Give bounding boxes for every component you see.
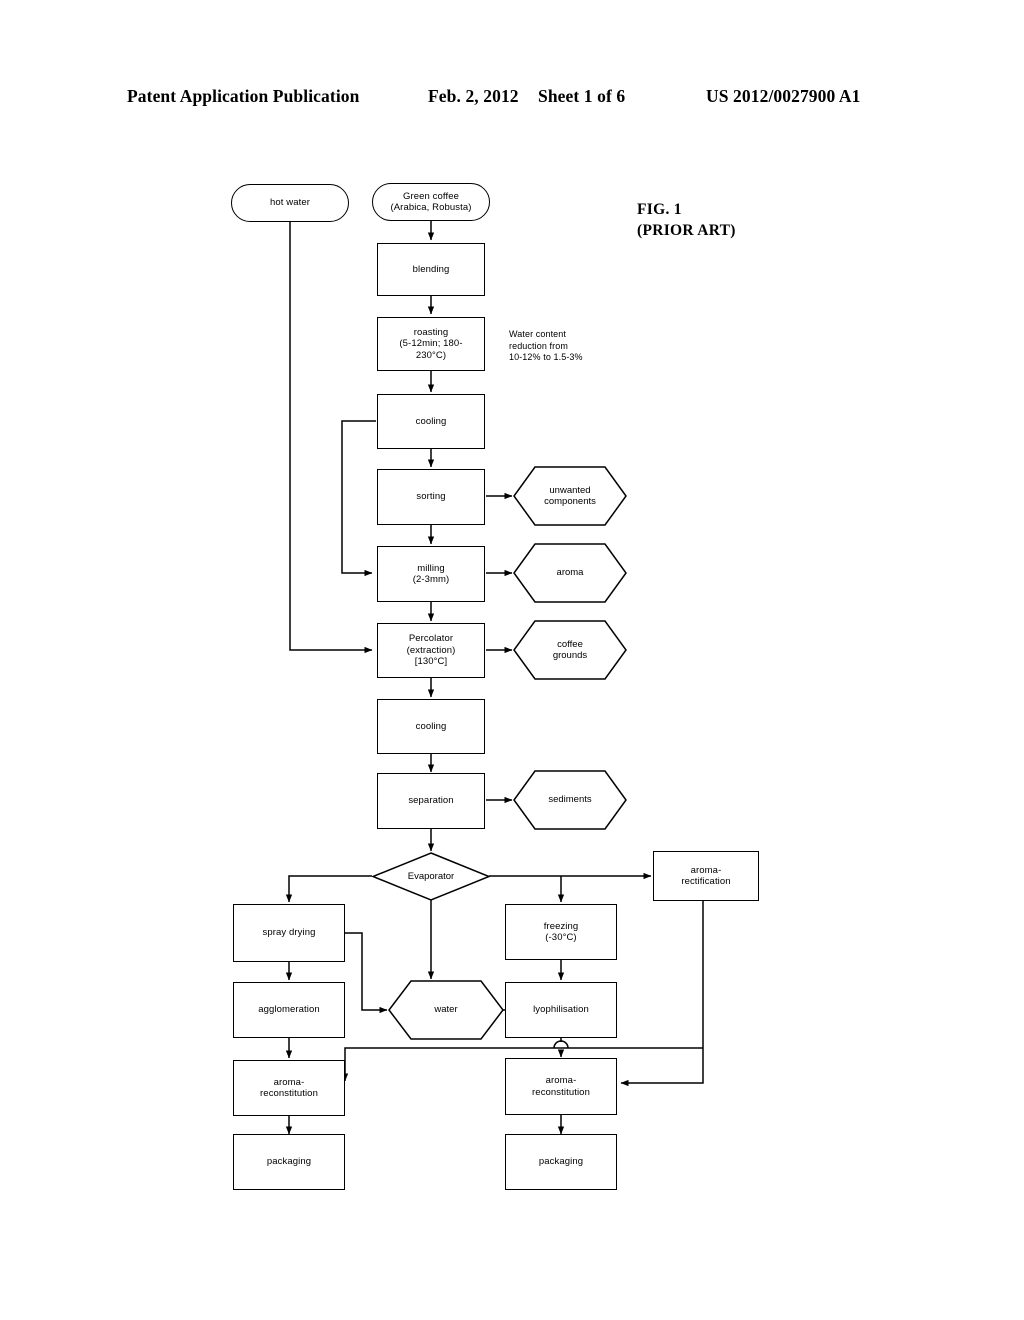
- node-aroma[interactable]: aroma: [513, 543, 627, 603]
- edge-evaporator-spraydrying: [285, 875, 372, 903]
- edge-spraydrying-water: [345, 932, 388, 1014]
- node-green-coffee-label: Green coffee (Arabica, Robusta): [390, 190, 472, 214]
- node-spray-drying-label: spray drying: [262, 927, 316, 939]
- node-cooling-1-label: cooling: [415, 415, 447, 427]
- node-green-coffee[interactable]: Green coffee (Arabica, Robusta): [372, 183, 490, 221]
- connector-lines: [285, 221, 704, 1135]
- node-blending[interactable]: blending: [377, 243, 485, 296]
- node-freezing-label: freezing (-30°C): [543, 920, 579, 944]
- node-hot-water[interactable]: hot water: [231, 184, 349, 222]
- node-aroma-label: aroma: [556, 567, 584, 579]
- node-evaporator[interactable]: Evaporator: [372, 852, 490, 901]
- node-agglomeration[interactable]: agglomeration: [233, 982, 345, 1038]
- node-aroma-rectification[interactable]: aroma- rectification: [653, 851, 759, 901]
- node-lyophilisation[interactable]: lyophilisation: [505, 982, 617, 1038]
- wire-hop-arc: [553, 1040, 569, 1049]
- node-water-label: water: [434, 1004, 458, 1016]
- patent-page: Patent Application Publication Feb. 2, 2…: [0, 0, 1024, 1320]
- node-blending-label: blending: [412, 263, 450, 275]
- node-coffee-grounds[interactable]: coffee grounds: [513, 620, 627, 680]
- node-unwanted-components[interactable]: unwanted components: [513, 466, 627, 526]
- node-hot-water-label: hot water: [270, 197, 310, 209]
- node-packaging-right[interactable]: packaging: [505, 1134, 617, 1190]
- node-sediments[interactable]: sediments: [513, 770, 627, 830]
- node-aroma-reconstitution-right[interactable]: aroma- reconstitution: [505, 1058, 617, 1115]
- node-aroma-reconstitution-right-label: aroma- reconstitution: [532, 1075, 590, 1098]
- node-cooling-2[interactable]: cooling: [377, 699, 485, 754]
- node-packaging-right-label: packaging: [538, 1156, 584, 1168]
- annotation-water-content: Water content reduction from 10-12% to 1…: [509, 329, 583, 362]
- node-aroma-reconstitution-left[interactable]: aroma- reconstitution: [233, 1060, 345, 1116]
- process-flow-diagram: hot water Green coffee (Arabica, Robusta…: [0, 0, 1024, 1320]
- node-separation-label: separation: [408, 795, 454, 807]
- node-sorting-label: sorting: [416, 491, 446, 503]
- node-roasting-label: roasting (5-12min; 180- 230°C): [399, 326, 463, 361]
- edge-cooling-feedback-milling: [341, 420, 376, 577]
- node-spray-drying[interactable]: spray drying: [233, 904, 345, 962]
- node-aroma-rectification-label: aroma- rectification: [681, 864, 731, 888]
- node-percolator-label: Percolator (extraction) [130°C]: [406, 633, 456, 668]
- node-sorting[interactable]: sorting: [377, 469, 485, 525]
- edge-hotwater-percolator: [289, 222, 373, 654]
- edge-aromarect-aromarecon-right: [620, 901, 704, 1087]
- node-coffee-grounds-label: coffee grounds: [552, 638, 588, 662]
- node-cooling-2-label: cooling: [415, 720, 447, 732]
- node-sediments-label: sediments: [548, 794, 592, 806]
- node-freezing[interactable]: freezing (-30°C): [505, 904, 617, 960]
- node-unwanted-components-label: unwanted components: [544, 484, 596, 508]
- node-lyophilisation-label: lyophilisation: [533, 1004, 589, 1016]
- node-milling[interactable]: milling (2-3mm): [377, 546, 485, 602]
- node-water[interactable]: water: [388, 980, 504, 1040]
- node-aroma-reconstitution-left-label: aroma- reconstitution: [260, 1076, 318, 1100]
- node-evaporator-label: Evaporator: [407, 871, 455, 882]
- node-packaging-left[interactable]: packaging: [233, 1134, 345, 1190]
- node-milling-label: milling (2-3mm): [412, 562, 450, 586]
- node-cooling-1[interactable]: cooling: [377, 394, 485, 449]
- node-roasting[interactable]: roasting (5-12min; 180- 230°C): [377, 317, 485, 371]
- node-packaging-left-label: packaging: [266, 1156, 312, 1168]
- node-percolator[interactable]: Percolator (extraction) [130°C]: [377, 623, 485, 678]
- node-separation[interactable]: separation: [377, 773, 485, 829]
- node-agglomeration-label: agglomeration: [258, 1004, 320, 1016]
